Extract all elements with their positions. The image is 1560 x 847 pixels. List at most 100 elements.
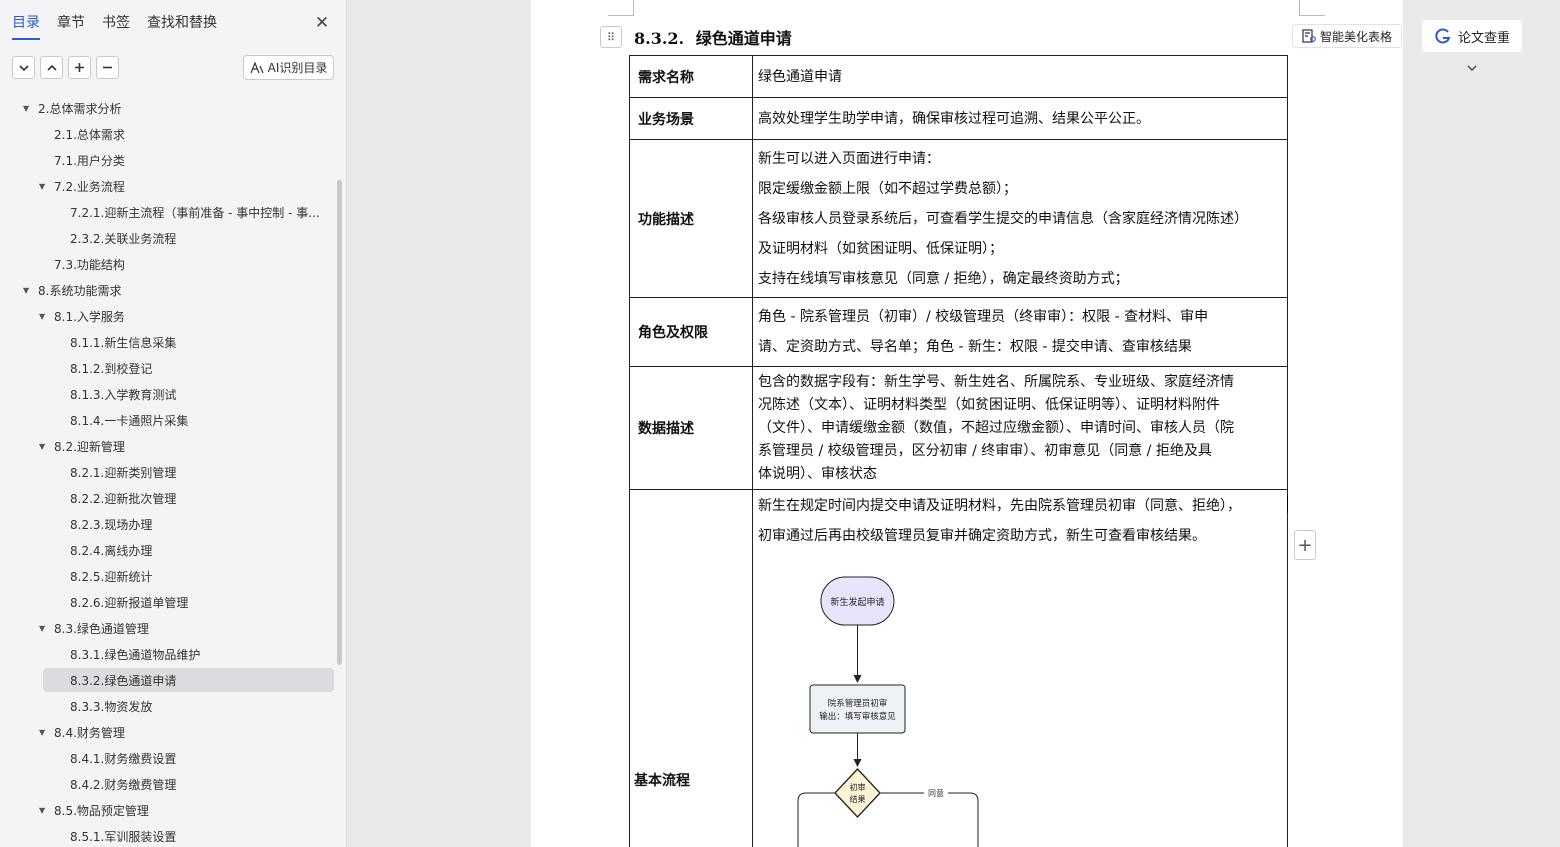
expand-arrow-icon[interactable]: ▼ (39, 182, 49, 191)
tab-toc[interactable]: 目录 (12, 12, 40, 40)
toc-item[interactable]: 8.2.2.迎新批次管理 (0, 485, 347, 511)
toc-item-label: 8.3.1.绿色通道物品维护 (70, 647, 201, 662)
table-key-cell[interactable]: 角色及权限 (629, 297, 753, 367)
smart-beautify-table-button[interactable]: 智能美化表格 (1292, 24, 1402, 48)
toc-item[interactable]: 2.1.总体需求 (0, 121, 347, 147)
cell-text: 包含的数据字段有：新生学号、新生姓名、所属院系、专业班级、家庭经济情 (758, 373, 1234, 390)
toc-item[interactable]: 8.3.3.物资发放 (0, 693, 347, 719)
toc-item[interactable]: 8.1.1.新生信息采集 (0, 329, 347, 355)
toc-item[interactable]: ▼ 8.5.物品预定管理 (0, 797, 347, 823)
toc-item[interactable]: 2.3.2.关联业务流程 (0, 225, 347, 251)
chevron-up-icon[interactable] (40, 56, 63, 79)
toc-item-label: 8.2.5.迎新统计 (70, 569, 153, 584)
chevron-down-icon[interactable] (1464, 62, 1480, 76)
toc-item[interactable]: 8.2.5.迎新统计 (0, 563, 347, 589)
cell-text: 角色 - 院系管理员（初审）/ 校级管理员（终审审）：权限 - 查材料、审申 (758, 309, 1209, 325)
expand-arrow-icon[interactable]: ▼ (23, 104, 33, 113)
toc-item-label: 7.2.1.迎新主流程（事前准备 - 事中控制 - 事... (70, 205, 320, 220)
flow-decision-label-1: 初审 (850, 782, 866, 792)
toc-item[interactable]: 8.2.1.迎新类别管理 (0, 459, 347, 485)
expand-arrow-icon[interactable]: ▼ (39, 806, 49, 815)
toc-item-label: 8.3.2.绿色通道申请 (70, 673, 177, 688)
page-corner-mark-left (608, 0, 634, 16)
flowchart[interactable]: 新生发起申请 院系管理员初审 输出：填写审核意见 初审 结果 同意 (758, 551, 1283, 847)
toc-item[interactable]: ▼ 8.4.财务管理 (0, 719, 347, 745)
toc-item[interactable]: 8.4.1.财务缴费设置 (0, 745, 347, 771)
toc-sidebar: 目录 章节 书签 查找和替换 ✕ AI识别目录 ▼ 2.总体需求分析 2.1.总体需… (0, 0, 347, 847)
toc-item[interactable]: 8.2.4.离线办理 (0, 537, 347, 563)
expand-arrow-icon[interactable]: ▼ (39, 624, 49, 633)
flow-review-node-label-1: 院系管理员初审 (828, 698, 888, 709)
toc-item[interactable]: 8.1.4.一卡通照片采集 (0, 407, 347, 433)
text-cursor (1287, 496, 1288, 513)
cell-text: 初审通过后再由校级管理员复审并确定资助方式，新生可查看审核结果。 (758, 528, 1206, 544)
table-value-cell[interactable]: 新生可以进入页面进行申请： 限定缓缴金额上限（如不超过学费总额）； 各级审核人员… (752, 139, 1288, 298)
toc-item-label: 8.4.1.财务缴费设置 (70, 751, 177, 766)
table-key-cell[interactable]: 需求名称 (629, 55, 753, 98)
toc-item-label: 7.3.功能结构 (54, 257, 125, 272)
cell-text: （文件）、申请缓缴金额（数值，不超过应缴金额）、申请时间、审核人员（院 (758, 419, 1234, 436)
canvas-margin-left (347, 0, 531, 847)
toc-item[interactable]: 8.4.2.财务缴费管理 (0, 771, 347, 797)
toc-item[interactable]: 8.1.3.入学教育测试 (0, 381, 347, 407)
flowchart-svg: 新生发起申请 院系管理员初审 输出：填写审核意见 初审 结果 同意 (797, 576, 979, 847)
sidebar-tabs: 目录 章节 书签 查找和替换 (12, 12, 234, 40)
heading-number: 8.3.2. (634, 29, 685, 48)
expand-arrow-icon[interactable]: ▼ (23, 286, 33, 295)
toc-item[interactable]: 8.5.1.军训服装设置 (0, 823, 347, 847)
toc-item-label: 8.2.1.迎新类别管理 (70, 465, 177, 480)
toc-item[interactable]: ▼ 8.系统功能需求 (0, 277, 347, 303)
toc-item[interactable]: 7.1.用户分类 (0, 147, 347, 173)
ai-button-label: AI识别目录 (267, 61, 328, 75)
plus-icon[interactable] (68, 56, 91, 79)
toc-item[interactable]: ▼ 8.2.迎新管理 (0, 433, 347, 459)
close-icon[interactable]: ✕ (312, 13, 332, 33)
requirement-table: 需求名称 绿色通道申请 业务场景 高效处理学生助学申请，确保审核过程可追溯、结果… (629, 55, 1288, 847)
table-row: 角色及权限 角色 - 院系管理员（初审）/ 校级管理员（终审审）：权限 - 查材… (629, 297, 1288, 367)
add-row-plus-icon[interactable]: + (1294, 530, 1316, 560)
cell-text: 新生在规定时间内提交申请及证明材料，先由院系管理员初审（同意、拒绝）， (758, 498, 1241, 514)
table-key-cell[interactable]: 数据描述 (629, 366, 753, 490)
plagiarism-check-button[interactable]: 论文查重 (1422, 20, 1522, 52)
tab-find-replace[interactable]: 查找和替换 (147, 12, 217, 40)
table-value-cell[interactable]: 角色 - 院系管理员（初审）/ 校级管理员（终审审）：权限 - 查材料、审申 请… (752, 297, 1288, 367)
minus-icon[interactable] (96, 56, 119, 79)
check-button-label: 论文查重 (1457, 30, 1510, 46)
toc-item[interactable]: 8.1.2.到校登记 (0, 355, 347, 381)
toc-item[interactable]: 8.3.1.绿色通道物品维护 (0, 641, 347, 667)
table-key-cell[interactable]: 业务场景 (629, 97, 753, 140)
expand-arrow-icon[interactable]: ▼ (39, 728, 49, 737)
tab-chapters[interactable]: 章节 (57, 12, 85, 40)
toc-item[interactable]: 8.3.2.绿色通道申请 (0, 667, 347, 693)
toc-item-label: 2.1.总体需求 (54, 127, 125, 142)
table-value-cell[interactable]: 新生在规定时间内提交申请及证明材料，先由院系管理员初审（同意、拒绝）， 初审通过… (752, 489, 1288, 847)
tab-bookmarks[interactable]: 书签 (102, 12, 130, 40)
heading-title: 绿色通道申请 (695, 29, 792, 48)
sidebar-scrollbar[interactable] (337, 180, 342, 665)
table-drag-handle-icon[interactable]: ⠿ (600, 26, 622, 48)
toc-item-label: 2.总体需求分析 (38, 101, 122, 116)
toc-item[interactable]: 8.2.3.现场办理 (0, 511, 347, 537)
toc-item[interactable]: ▼ 7.2.业务流程 (0, 173, 347, 199)
cell-text: 体说明）、审核状态 (758, 465, 877, 482)
expand-arrow-icon[interactable]: ▼ (39, 312, 49, 321)
table-value-cell[interactable]: 绿色通道申请 (752, 55, 1288, 98)
expand-arrow-icon[interactable]: ▼ (39, 442, 49, 451)
chevron-down-icon[interactable] (12, 56, 35, 79)
table-key-cell[interactable]: 功能描述 (629, 139, 753, 298)
toc-item-label: 8.4.2.财务缴费管理 (70, 777, 177, 792)
toc-list: ▼ 2.总体需求分析 2.1.总体需求 7.1.用户分类 ▼ 7.2.业务流程 7.2.1.… (0, 95, 347, 847)
toc-item[interactable]: 7.3.功能结构 (0, 251, 347, 277)
toc-item[interactable]: 7.2.1.迎新主流程（事前准备 - 事中控制 - 事... (0, 199, 347, 225)
table-value-cell[interactable]: 高效处理学生助学申请，确保审核过程可追溯、结果公平公正。 (752, 97, 1288, 140)
toc-item[interactable]: 8.2.6.迎新报道单管理 (0, 589, 347, 615)
toc-item-label: 8.1.4.一卡通照片采集 (70, 413, 189, 428)
ai-recognize-toc-button[interactable]: AI识别目录 (243, 55, 334, 80)
table-key-cell[interactable]: 基本流程 (629, 489, 753, 847)
toc-item[interactable]: ▼ 2.总体需求分析 (0, 95, 347, 121)
flow-review-node (809, 684, 906, 734)
toc-item-label: 8.2.6.迎新报道单管理 (70, 595, 189, 610)
table-value-cell[interactable]: 包含的数据字段有：新生学号、新生姓名、所属院系、专业班级、家庭经济情 况陈述（文… (752, 366, 1288, 490)
toc-item[interactable]: ▼ 8.1.入学服务 (0, 303, 347, 329)
toc-item[interactable]: ▼ 8.3.绿色通道管理 (0, 615, 347, 641)
